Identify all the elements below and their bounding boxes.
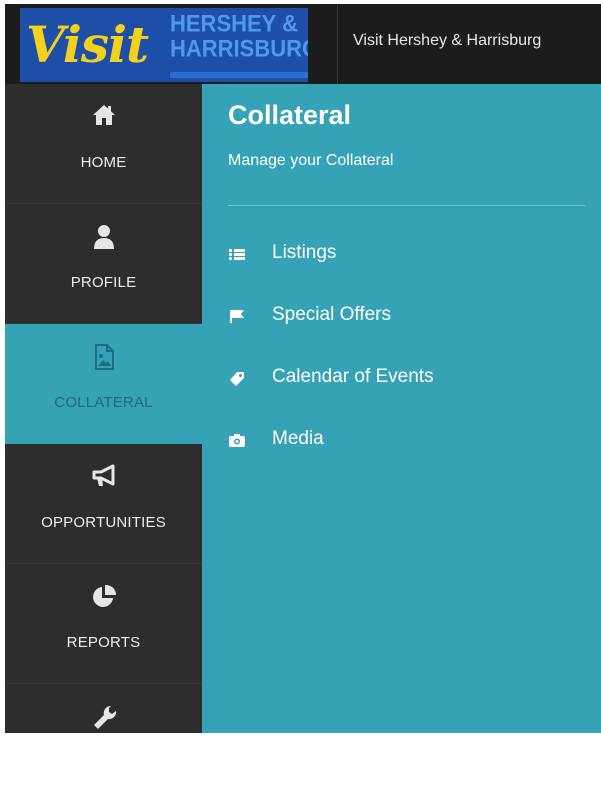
logo-visit-text: Visit bbox=[26, 15, 149, 74]
sidebar-item-label: PROFILE bbox=[70, 274, 137, 291]
sidebar-item-opportunities[interactable]: OPPORTUNITIES bbox=[5, 444, 202, 564]
tag-icon bbox=[228, 369, 246, 387]
sidebar-item-reports[interactable]: REPORTS bbox=[5, 564, 202, 684]
header-divider bbox=[337, 4, 338, 84]
home-icon bbox=[5, 104, 202, 134]
menu-item-special-offers[interactable]: Special Offers bbox=[228, 300, 568, 334]
megaphone-icon bbox=[5, 464, 202, 494]
logo-underline bbox=[170, 72, 308, 78]
collateral-panel: Collateral Manage your Collateral Listin… bbox=[202, 84, 601, 733]
menu-item-calendar-of-events[interactable]: Calendar of Events bbox=[228, 362, 568, 396]
sidebar-item-label: HOME bbox=[80, 154, 127, 171]
brand-logo[interactable]: Visit HERSHEY & HARRISBURG bbox=[20, 8, 308, 82]
menu-item-media[interactable]: Media bbox=[228, 424, 568, 458]
page-title: Collateral bbox=[228, 100, 352, 130]
menu-item-label: Listings bbox=[272, 242, 337, 263]
divider bbox=[228, 205, 585, 206]
menu-item-label: Calendar of Events bbox=[272, 366, 434, 387]
menu-item-label: Media bbox=[272, 428, 324, 449]
pie-chart-icon bbox=[5, 584, 202, 614]
sidebar-item-label: COLLATERAL bbox=[54, 394, 153, 411]
sidebar-item-profile[interactable]: PROFILE bbox=[5, 204, 202, 324]
sidebar-item-tools[interactable] bbox=[5, 684, 202, 804]
sidebar-item-label: REPORTS bbox=[66, 634, 141, 651]
page-subtitle: Manage your Collateral bbox=[228, 152, 394, 169]
account-title[interactable]: Visit Hershey & Harrisburg bbox=[353, 32, 541, 50]
list-icon bbox=[228, 245, 246, 263]
logo-line-1: HERSHEY & bbox=[170, 9, 298, 38]
logo-line-2: HARRISBURG bbox=[170, 34, 308, 63]
menu-item-label: Special Offers bbox=[272, 304, 391, 325]
sidebar-item-home[interactable]: HOME bbox=[5, 84, 202, 204]
image-file-icon bbox=[5, 344, 202, 374]
sidebar-item-label: OPPORTUNITIES bbox=[41, 514, 166, 531]
wrench-icon bbox=[5, 704, 202, 734]
app-frame: Visit HERSHEY & HARRISBURG Visit Hershey… bbox=[5, 4, 601, 733]
sidebar-nav: HOME PROFILE COLLATERAL OPPORTUNITIES RE bbox=[5, 84, 202, 733]
logo-wordmark: HERSHEY & HARRISBURG bbox=[170, 8, 308, 82]
top-bar: Visit HERSHEY & HARRISBURG Visit Hershey… bbox=[5, 4, 601, 84]
menu-item-listings[interactable]: Listings bbox=[228, 238, 568, 272]
sidebar-item-collateral[interactable]: COLLATERAL bbox=[5, 324, 202, 444]
camera-icon bbox=[228, 431, 246, 449]
user-icon bbox=[5, 224, 202, 254]
flag-icon bbox=[228, 307, 246, 325]
